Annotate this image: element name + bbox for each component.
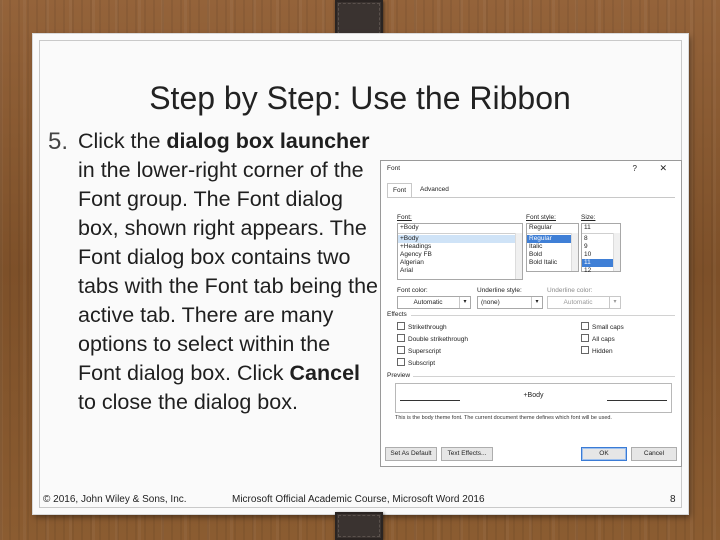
set-as-default-button[interactable]: Set As Default xyxy=(385,447,437,461)
bold-cancel: Cancel xyxy=(289,361,361,385)
underline-style-select[interactable]: (none) ▾ xyxy=(477,296,543,309)
font-input[interactable]: +Body xyxy=(400,224,419,232)
style-scrollbar[interactable] xyxy=(571,233,578,271)
small-caps-checkbox[interactable]: Small caps xyxy=(581,322,624,331)
hidden-checkbox[interactable]: Hidden xyxy=(581,346,613,355)
subscript-checkbox[interactable]: Subscript xyxy=(397,358,435,367)
list-item[interactable]: 9 xyxy=(584,243,588,251)
step-number: 5. xyxy=(48,128,69,155)
preview-description: This is the body theme font. The current… xyxy=(395,415,612,421)
list-item[interactable]: Bold Italic xyxy=(529,259,557,267)
tab-advanced[interactable]: Advanced xyxy=(415,183,454,196)
footer-course: Microsoft Official Academic Course, Micr… xyxy=(232,494,485,505)
footer-copyright: © 2016, John Wiley & Sons, Inc. xyxy=(43,494,187,505)
text-effects-button[interactable]: Text Effects... xyxy=(441,447,493,461)
double-strikethrough-checkbox[interactable]: Double strikethrough xyxy=(397,334,468,343)
strikethrough-checkbox[interactable]: Strikethrough xyxy=(397,322,447,331)
font-color-select[interactable]: Automatic ▾ xyxy=(397,296,471,309)
step-paragraph: Click the dialog box launcher in the low… xyxy=(78,129,379,414)
preview-label: Preview xyxy=(387,372,411,379)
close-icon[interactable]: ✕ xyxy=(659,163,667,174)
all-caps-checkbox[interactable]: All caps xyxy=(581,334,615,343)
help-icon[interactable]: ? xyxy=(633,164,637,173)
style-label: Font style: xyxy=(526,214,556,221)
list-item[interactable]: Bold xyxy=(529,251,542,259)
list-item[interactable]: Arial xyxy=(400,267,413,275)
size-label: Size: xyxy=(581,214,596,221)
size-scrollbar[interactable] xyxy=(613,233,620,271)
underline-color-select[interactable]: Automatic ▾ xyxy=(547,296,621,309)
font-color-label: Font color: xyxy=(397,287,428,294)
list-item[interactable]: 10 xyxy=(584,251,591,259)
cancel-button[interactable]: Cancel xyxy=(631,447,677,461)
dialog-title: Font xyxy=(387,165,401,172)
list-item[interactable]: 12 xyxy=(584,267,591,275)
list-item[interactable]: Agency FB xyxy=(400,251,432,259)
style-listbox[interactable]: Regular Regular Italic Bold Bold Italic xyxy=(526,223,579,272)
tab-divider xyxy=(387,197,675,198)
step-text-block: 5. Click the dialog box launcher in the … xyxy=(48,127,378,417)
font-scrollbar[interactable] xyxy=(515,233,522,279)
preview-text: +Body xyxy=(523,392,544,399)
font-dialog: Font ? ✕ Font Advanced Font: +Body +Body… xyxy=(380,160,682,467)
superscript-checkbox[interactable]: Superscript xyxy=(397,346,441,355)
chevron-down-icon: ▾ xyxy=(459,297,470,308)
size-input[interactable]: 11 xyxy=(584,224,591,232)
dialog-titlebar: Font ? ✕ xyxy=(381,161,681,177)
page-number: 8 xyxy=(670,494,676,505)
slide-title: Step by Step: Use the Ribbon xyxy=(149,80,571,116)
effects-label: Effects xyxy=(387,311,407,318)
font-label: Font: xyxy=(397,214,412,221)
font-listbox[interactable]: +Body +Body +Headings Agency FB Algerian… xyxy=(397,223,523,280)
list-item[interactable]: Italic xyxy=(529,243,542,251)
chevron-down-icon: ▾ xyxy=(609,297,620,308)
bottom-strap xyxy=(335,512,383,540)
bold-dialog-box-launcher: dialog box launcher xyxy=(166,129,370,153)
list-item[interactable]: Regular xyxy=(529,235,552,243)
ok-button[interactable]: OK xyxy=(581,447,627,461)
list-item[interactable]: +Body xyxy=(400,235,419,243)
underline-color-label: Underline color: xyxy=(547,287,593,294)
list-item[interactable]: 8 xyxy=(584,235,588,243)
underline-style-label: Underline style: xyxy=(477,287,522,294)
chevron-down-icon: ▾ xyxy=(531,297,542,308)
preview-box: +Body xyxy=(395,383,672,413)
list-item[interactable]: 11 xyxy=(584,259,591,267)
style-input[interactable]: Regular xyxy=(529,224,552,232)
tab-font[interactable]: Font xyxy=(387,183,413,197)
list-item[interactable]: +Headings xyxy=(400,243,431,251)
size-listbox[interactable]: 11 8 9 10 11 12 xyxy=(581,223,621,275)
list-item[interactable]: Algerian xyxy=(400,259,424,267)
